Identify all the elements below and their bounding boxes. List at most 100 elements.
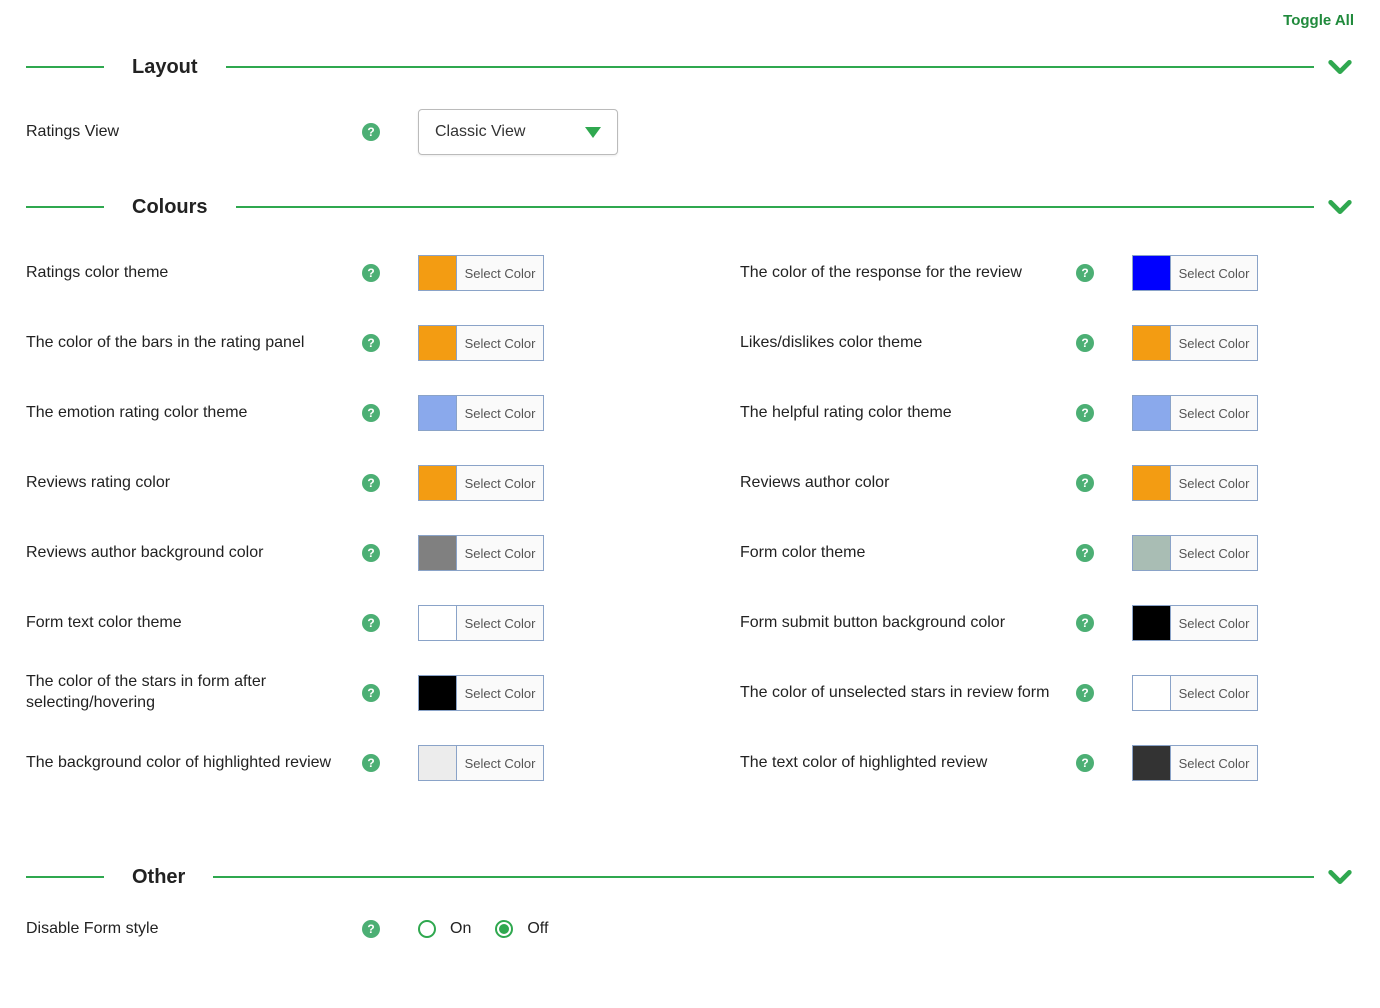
select-color-button[interactable]: Select Color (1171, 536, 1257, 570)
help-icon[interactable]: ? (1076, 754, 1094, 772)
color-picker[interactable]: Select Color (418, 395, 544, 431)
select-color-button[interactable]: Select Color (1171, 256, 1257, 290)
select-color-button[interactable]: Select Color (457, 466, 543, 500)
color-swatch (1133, 396, 1171, 430)
color-picker[interactable]: Select Color (1132, 465, 1258, 501)
help-icon[interactable]: ? (362, 614, 380, 632)
help-icon[interactable]: ? (1076, 614, 1094, 632)
help-icon[interactable]: ? (362, 920, 380, 938)
setting-label: Reviews rating color (26, 473, 362, 494)
select-color-button[interactable]: Select Color (457, 746, 543, 780)
setting-label: The emotion rating color theme (26, 403, 362, 424)
color-swatch (419, 256, 457, 290)
help-icon[interactable]: ? (362, 123, 380, 141)
setting-label: The color of the stars in form after sel… (26, 672, 362, 714)
section-header-colours: Colours (26, 193, 1354, 221)
radio-on[interactable] (418, 920, 436, 938)
help-icon[interactable]: ? (362, 404, 380, 422)
color-swatch (1133, 256, 1171, 290)
setting-label: The background color of highlighted revi… (26, 753, 362, 774)
color-picker[interactable]: Select Color (418, 535, 544, 571)
divider-left (26, 876, 104, 878)
help-icon[interactable]: ? (362, 544, 380, 562)
select-color-button[interactable]: Select Color (457, 326, 543, 360)
help-icon[interactable]: ? (1076, 474, 1094, 492)
help-icon[interactable]: ? (1076, 404, 1094, 422)
collapse-toggle[interactable] (1326, 863, 1354, 891)
color-swatch (419, 466, 457, 500)
section-title: Colours (104, 196, 236, 219)
collapse-toggle[interactable] (1326, 53, 1354, 81)
setting-row-colour: Reviews rating color? Select Color (26, 459, 640, 507)
setting-row-colour: Likes/dislikes color theme? Select Color (740, 319, 1354, 367)
color-swatch (1133, 676, 1171, 710)
select-color-button[interactable]: Select Color (457, 676, 543, 710)
setting-label: Form text color theme (26, 613, 362, 634)
help-icon[interactable]: ? (362, 264, 380, 282)
select-color-button[interactable]: Select Color (457, 256, 543, 290)
setting-row-colour: The text color of highlighted review? Sel… (740, 739, 1354, 787)
color-swatch (1133, 606, 1171, 640)
divider-right (226, 66, 1314, 68)
divider-right (213, 876, 1314, 878)
select-color-button[interactable]: Select Color (457, 606, 543, 640)
color-swatch (419, 396, 457, 430)
help-icon[interactable]: ? (362, 334, 380, 352)
select-color-button[interactable]: Select Color (1171, 606, 1257, 640)
color-picker[interactable]: Select Color (1132, 325, 1258, 361)
setting-row-colour: The background color of highlighted revi… (26, 739, 640, 787)
setting-label: Likes/dislikes color theme (740, 333, 1076, 354)
help-icon[interactable]: ? (362, 474, 380, 492)
color-picker[interactable]: Select Color (418, 675, 544, 711)
setting-row-colour: The color of the bars in the rating pane… (26, 319, 640, 367)
color-picker[interactable]: Select Color (418, 255, 544, 291)
select-color-button[interactable]: Select Color (457, 536, 543, 570)
toggle-all-link[interactable]: Toggle All (26, 12, 1354, 29)
disable-form-style-radio-group: On Off (418, 920, 558, 938)
setting-row-colour: The color of unselected stars in review … (740, 669, 1354, 717)
color-swatch (419, 606, 457, 640)
color-picker[interactable]: Select Color (1132, 395, 1258, 431)
help-icon[interactable]: ? (1076, 684, 1094, 702)
help-icon[interactable]: ? (362, 754, 380, 772)
color-picker[interactable]: Select Color (418, 745, 544, 781)
color-swatch (1133, 466, 1171, 500)
color-picker[interactable]: Select Color (1132, 745, 1258, 781)
ratings-view-select[interactable]: Classic View (418, 109, 618, 155)
color-picker[interactable]: Select Color (418, 325, 544, 361)
color-picker[interactable]: Select Color (418, 605, 544, 641)
setting-row-colour: Form submit button background color?Sele… (740, 599, 1354, 647)
setting-label: Ratings color theme (26, 263, 362, 284)
collapse-toggle[interactable] (1326, 193, 1354, 221)
colours-grid: Ratings color theme?Select ColorThe colo… (26, 249, 1354, 809)
chevron-down-icon (1326, 53, 1354, 81)
color-picker[interactable]: Select Color (1132, 675, 1258, 711)
color-swatch (419, 676, 457, 710)
radio-on-label: On (450, 920, 471, 938)
setting-row-colour: Form color theme?Select Color (740, 529, 1354, 577)
select-color-button[interactable]: Select Color (1171, 466, 1257, 500)
section-title: Other (104, 866, 213, 889)
color-picker[interactable]: Select Color (1132, 255, 1258, 291)
select-color-button[interactable]: Select Color (1171, 326, 1257, 360)
color-swatch (419, 326, 457, 360)
help-icon[interactable]: ? (1076, 544, 1094, 562)
color-picker[interactable]: Select Color (418, 465, 544, 501)
help-icon[interactable]: ? (1076, 264, 1094, 282)
select-color-button[interactable]: Select Color (1171, 746, 1257, 780)
color-picker[interactable]: Select Color (1132, 605, 1258, 641)
chevron-down-icon (1326, 193, 1354, 221)
color-picker[interactable]: Select Color (1132, 535, 1258, 571)
help-icon[interactable]: ? (362, 684, 380, 702)
setting-label: Ratings View (26, 122, 362, 143)
setting-row-colour: The color of the stars in form after sel… (26, 669, 640, 717)
select-color-button[interactable]: Select Color (1171, 396, 1257, 430)
radio-off[interactable] (495, 920, 513, 938)
setting-row-colour: Reviews author color?Select Color (740, 459, 1354, 507)
help-icon[interactable]: ? (1076, 334, 1094, 352)
setting-label: The text color of highlighted review (740, 753, 1076, 774)
setting-row-colour: Form text color theme? Select Color (26, 599, 640, 647)
select-color-button[interactable]: Select Color (1171, 676, 1257, 710)
setting-row-ratings-view: Ratings View ? Classic View (26, 109, 1354, 155)
select-color-button[interactable]: Select Color (457, 396, 543, 430)
